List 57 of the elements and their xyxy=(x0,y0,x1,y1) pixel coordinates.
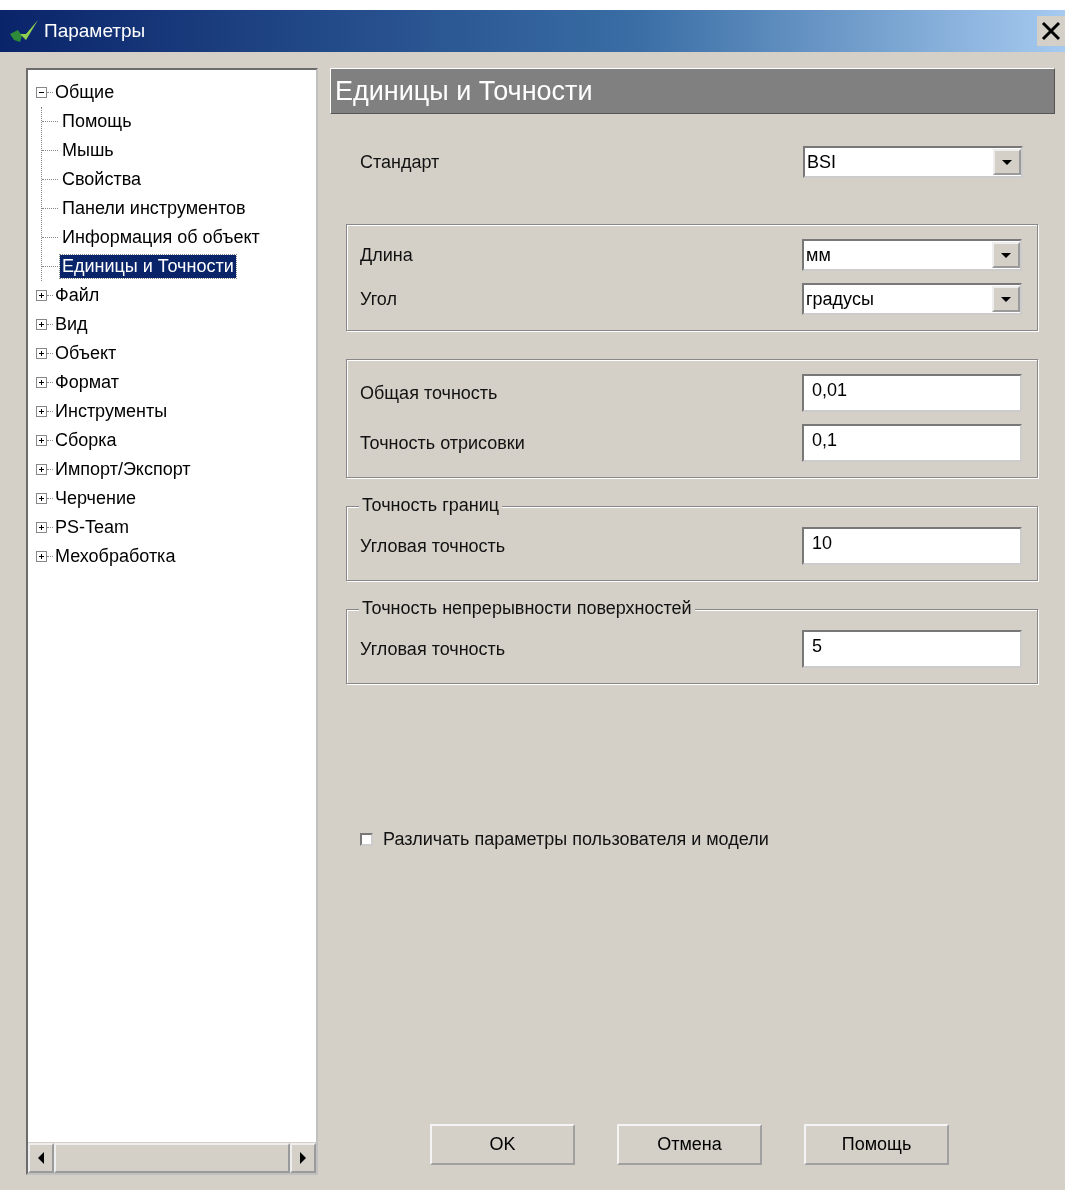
dropdown-value: BSI xyxy=(807,151,837,173)
tree-item[interactable]: Файл xyxy=(53,284,102,307)
tree-item[interactable]: Объект xyxy=(53,342,119,365)
left-arrow-icon xyxy=(38,1152,44,1164)
input-field[interactable]: 0,1 xyxy=(802,424,1022,462)
tree-item[interactable]: Единицы и Точности xyxy=(60,255,236,278)
dropdown[interactable]: мм xyxy=(802,239,1022,271)
dropdown-button[interactable] xyxy=(992,242,1020,268)
scroll-right-button[interactable] xyxy=(290,1143,316,1173)
dialog-button[interactable]: Отмена xyxy=(617,1124,762,1165)
tree-item[interactable]: Формат xyxy=(53,371,121,394)
tree-item[interactable]: Общие xyxy=(53,81,117,104)
scroll-left-button[interactable] xyxy=(28,1143,54,1173)
group-title: Точность границ xyxy=(359,495,503,516)
dropdown-button[interactable] xyxy=(992,286,1020,312)
input-field[interactable]: 10 xyxy=(802,527,1022,565)
dialog-button[interactable]: Помощь xyxy=(804,1124,949,1165)
dropdown[interactable]: градусы xyxy=(802,283,1022,315)
scrollbar[interactable] xyxy=(28,1142,316,1173)
caret-icon xyxy=(1002,159,1012,165)
field-label: Угол xyxy=(360,288,397,310)
checkbox[interactable] xyxy=(360,833,373,846)
field-label: Точность отрисовки xyxy=(360,432,525,454)
input-field[interactable]: 0,01 xyxy=(802,374,1022,412)
field-label: Длина xyxy=(360,244,413,266)
close-icon xyxy=(1040,20,1062,42)
close-button[interactable] xyxy=(1037,16,1065,46)
tree-item[interactable]: Свойства xyxy=(60,168,144,191)
input-field[interactable]: 5 xyxy=(802,630,1022,668)
dropdown-button[interactable] xyxy=(993,149,1021,175)
field-label: Угловая точность xyxy=(360,535,506,557)
tree-item[interactable]: Мехобработка xyxy=(53,545,178,568)
caret-icon xyxy=(1001,252,1011,258)
dialog-button[interactable]: OK xyxy=(430,1124,575,1165)
tree-item[interactable]: Панели инструментов xyxy=(60,197,248,220)
dropdown-value: мм xyxy=(806,244,832,266)
tree-item[interactable]: Вид xyxy=(53,313,90,336)
tree-item[interactable]: Помощь xyxy=(60,110,134,133)
right-arrow-icon xyxy=(300,1152,306,1164)
tree-item[interactable]: Импорт/Экспорт xyxy=(53,458,193,481)
tree-item[interactable]: Инструменты xyxy=(53,400,170,423)
group-title: Точность непрерывности поверхностей xyxy=(359,598,695,619)
tree-item[interactable]: Сборка xyxy=(53,429,119,452)
caret-icon xyxy=(1001,296,1011,302)
tree-item[interactable]: Информация об объект xyxy=(60,226,262,249)
window-title: Параметры xyxy=(44,20,146,42)
dropdown[interactable]: BSI xyxy=(803,146,1023,178)
dropdown-value: градусы xyxy=(806,288,875,310)
tree-item[interactable]: Мышь xyxy=(60,139,116,162)
field-label: Угловая точность xyxy=(360,638,506,660)
section-header: Единицы и Точности xyxy=(330,68,1055,114)
scroll-thumb[interactable] xyxy=(54,1143,290,1173)
checkbox-label: Различать параметры пользователя и модели xyxy=(383,829,769,850)
field-label: Стандарт xyxy=(360,151,440,173)
field-label: Общая точность xyxy=(360,382,498,404)
tree-item[interactable]: PS-Team xyxy=(53,516,132,539)
tree-item[interactable]: Черчение xyxy=(53,487,139,510)
